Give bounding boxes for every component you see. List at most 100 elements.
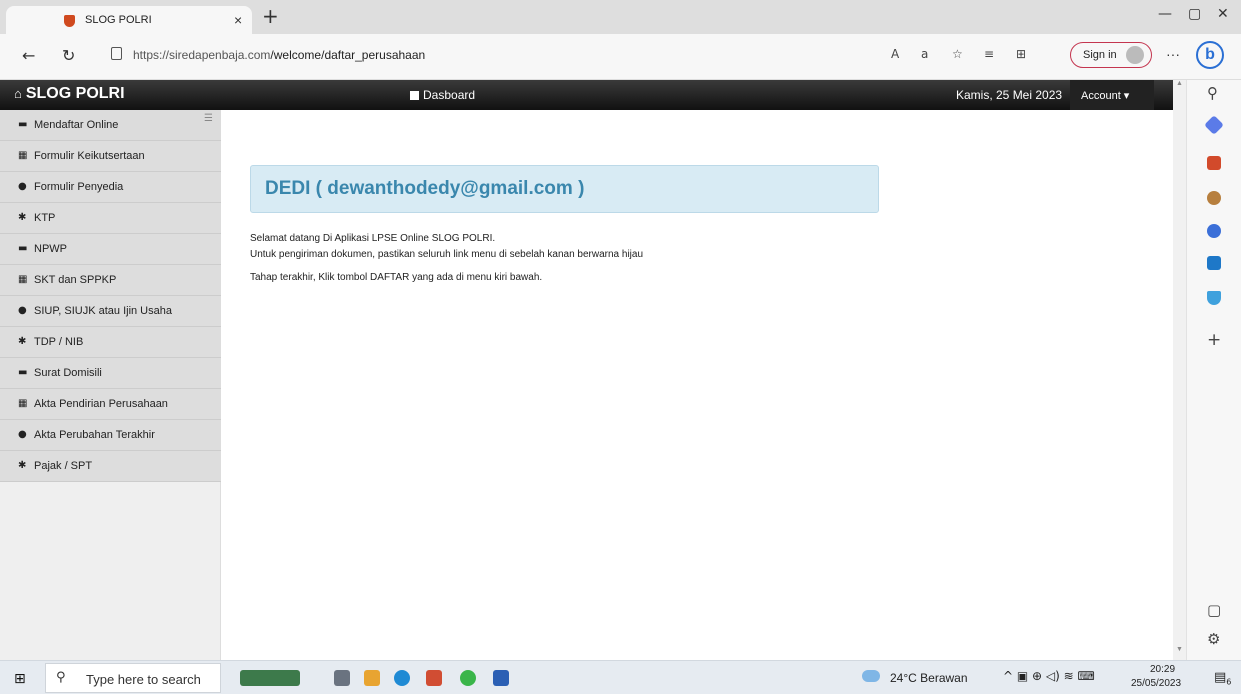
sidebar-item-mendaftar-online[interactable]: ▬ Mendaftar Online ☰ [0,110,221,141]
sidebar-item-label: Formulir Keikutsertaan [34,150,145,162]
list-toggle-icon[interactable]: ☰ [204,113,213,124]
sidebar-item-label: SKT dan SPPKP [34,274,117,286]
current-date: Kamis, 25 Mei 2023 [956,88,1063,102]
shield-favicon-icon [64,15,75,27]
settings-gear-icon[interactable]: ⚙ [1207,630,1220,648]
sidebar-item-skt-sppkp[interactable]: ▦ SKT dan SPPKP [0,265,221,296]
sign-in-label: Sign in [1083,49,1117,61]
lock-icon[interactable] [111,47,122,60]
people-icon[interactable] [1207,191,1221,205]
notification-count: 6 [1226,677,1232,687]
outlook-icon[interactable] [1207,256,1221,270]
welcome-message: Selamat datang Di Aplikasi LPSE Online S… [250,233,496,244]
screen: SLOG POLRI × + — ▢ ✕ ← ↻ https://siredap… [0,0,1241,694]
user-icon: ● [18,305,27,316]
brand-label: SLOG POLRI [25,85,125,102]
task-view-icon[interactable] [334,670,350,686]
dashboard-label: Dasboard [423,88,476,102]
dashboard-icon [410,91,419,100]
weather-label[interactable]: 24°C Berawan [890,671,968,685]
clock-date[interactable]: 25/05/2023 [1131,678,1181,689]
inbox-icon: ▬ [18,243,28,254]
scroll-up-icon[interactable]: ▲ [1176,80,1183,87]
translate-icon[interactable]: a [921,47,928,61]
account-dropdown[interactable]: Account ▾ [1070,80,1154,110]
read-aloud-icon[interactable]: A [891,47,899,61]
notification-icon[interactable]: ▤6 [1214,670,1231,687]
address-bar: ← ↻ https://siredapenbaja.com/welcome/da… [0,34,1241,80]
sidebar-item-npwp[interactable]: ▬ NPWP [0,234,221,265]
collections-icon[interactable]: ⊞ [1016,47,1026,61]
sidebar-item-label: KTP [34,212,56,224]
edge-browser-icon[interactable] [394,670,410,686]
sidebar-item-akta-pendirian[interactable]: ▦ Akta Pendirian Perusahaan [0,389,221,420]
sidebar-toggle-icon[interactable]: ▢ [1207,601,1221,619]
brand-link[interactable]: ⌂ SLOG POLRI [14,85,125,103]
grid-icon: ▦ [18,150,28,161]
powerpoint-icon[interactable] [426,670,442,686]
grid-icon: ▦ [18,274,28,285]
search-placeholder: Type here to search [86,672,201,687]
scroll-down-icon[interactable]: ▼ [1176,646,1183,653]
windows-taskbar: ⊞ ⚲ Type here to search 24°C Berawan ^ ▣… [0,660,1241,694]
whatsapp-icon[interactable] [460,670,476,686]
page-scrollbar[interactable]: ▲ ▼ [1173,80,1186,660]
restore-button[interactable]: ▢ [1188,6,1201,22]
sidebar-item-label: Akta Pendirian Perusahaan [34,398,168,410]
sidebar: ▬ Mendaftar Online ☰ ▦ Formulir Keikutserta… [0,110,221,660]
toolbox-icon[interactable] [1207,156,1221,170]
clock-time[interactable]: 20:29 [1150,664,1175,675]
minimize-button[interactable]: — [1158,6,1172,22]
avatar [1126,46,1144,64]
home-icon: ⌂ [14,86,22,101]
sidebar-item-tdp-nib[interactable]: ✱ TDP / NIB [0,327,221,358]
url-field[interactable]: https://siredapenbaja.com/welcome/daftar… [133,48,425,62]
sidebar-item-siup[interactable]: ● SIUP, SIUJK atau Ijin Usaha [0,296,221,327]
url-path: /welcome/daftar_perusahaan [270,48,426,62]
search-icon[interactable]: ⚲ [1207,84,1218,102]
system-tray-icons[interactable]: ^ ▣ ⊕ ◁) ≋ ⌨ [1003,669,1095,683]
tag-icon[interactable] [1204,115,1224,135]
dashboard-link[interactable]: Dasboard [410,88,475,102]
sidebar-item-label: Mendaftar Online [34,119,119,131]
sidebar-item-label: NPWP [34,243,67,255]
refresh-icon[interactable]: ↻ [62,46,75,65]
close-window-button[interactable]: ✕ [1217,6,1229,22]
word-icon[interactable] [493,670,509,686]
cog-icon: ✱ [18,336,27,347]
more-menu-icon[interactable]: ··· [1166,46,1180,62]
sidebar-item-label: TDP / NIB [34,336,84,348]
browser-tab-bar: SLOG POLRI × + — ▢ ✕ [0,0,1241,34]
new-tab-button[interactable]: + [262,4,279,28]
back-arrow-icon[interactable]: ← [22,46,35,65]
welcome-box: DEDI ( dewanthodedy@gmail.com ) [250,165,879,213]
edge-sidebar: ⚲ + ▢ ⚙ [1186,80,1241,660]
user-icon: ● [18,181,27,192]
file-explorer-icon[interactable] [364,670,380,686]
grid-icon: ▦ [18,398,28,409]
sign-in-button[interactable]: Sign in [1070,42,1152,68]
windows-start-icon[interactable]: ⊞ [14,671,26,687]
sidebar-item-label: Akta Perubahan Terakhir [34,429,155,441]
sidebar-item-pajak-spt[interactable]: ✱ Pajak / SPT [0,451,221,482]
news-widget-icon[interactable] [240,670,300,686]
final-step-message: Tahap terakhir, Klik tombol DAFTAR yang … [250,272,543,283]
sidebar-item-formulir-penyedia[interactable]: ● Formulir Penyedia [0,172,221,203]
sidebar-item-akta-perubahan[interactable]: ● Akta Perubahan Terakhir [0,420,221,451]
bing-icon[interactable]: b [1196,41,1224,69]
sidebar-item-label: Pajak / SPT [34,460,93,472]
browser-tab[interactable]: SLOG POLRI × [6,6,252,34]
sidebar-item-label: SIUP, SIUJK atau Ijin Usaha [34,305,172,317]
sidebar-item-ktp[interactable]: ✱ KTP [0,203,221,234]
favorites-bar-icon[interactable]: ≡ [984,47,994,61]
favorite-star-icon[interactable]: ☆ [952,47,963,61]
send-icon[interactable] [1207,291,1221,305]
inbox-icon: ▬ [18,367,28,378]
tab-close-button[interactable]: × [234,12,242,28]
sidebar-item-formulir-keikutsertaan[interactable]: ▦ Formulir Keikutsertaan [0,141,221,172]
weather-icon[interactable] [862,670,880,682]
taskbar-search-input[interactable]: ⚲ Type here to search [45,663,221,693]
office-icon[interactable] [1207,224,1221,238]
add-icon[interactable]: + [1207,330,1221,350]
sidebar-item-surat-domisili[interactable]: ▬ Surat Domisili [0,358,221,389]
